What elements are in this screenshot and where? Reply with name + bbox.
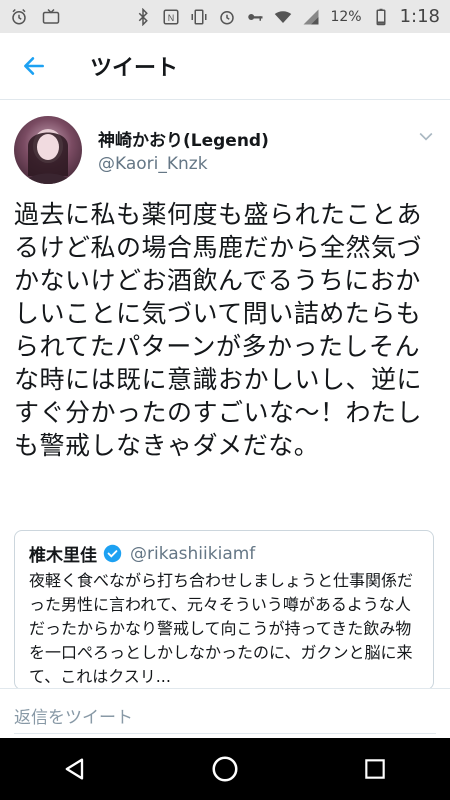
quoted-author-name: 椎木里佳 [29, 546, 97, 566]
tv-icon [42, 8, 60, 24]
nav-recents-icon [365, 759, 385, 779]
avatar-image [24, 129, 72, 184]
signal-icon [303, 9, 319, 24]
vibrate-icon [191, 9, 207, 24]
tweet-text: 過去に私も薬何度も盛られたことあるけど私の場合馬鹿だから全然気づかないけどお酒飲… [14, 200, 423, 460]
back-button[interactable] [14, 46, 54, 86]
chevron-down-icon[interactable] [416, 126, 436, 146]
page-title: ツイート [90, 56, 179, 81]
quoted-author-handle: @rikashiikiamf [130, 543, 256, 564]
back-arrow-icon [24, 57, 44, 75]
wifi-icon [275, 10, 292, 23]
key-icon [248, 13, 263, 21]
nfc-icon: N [163, 9, 179, 24]
reply-bar: 返信をツイート [0, 688, 450, 739]
nav-back-button[interactable] [51, 745, 99, 793]
navigation-bar [0, 738, 450, 800]
author-display-name[interactable]: 神崎かおり(Legend) [98, 126, 269, 151]
status-bar: N 12% 1:18 [0, 0, 450, 33]
quoted-tweet-header: 椎木里佳 @rikashiikiamf [29, 541, 256, 567]
svg-text:N: N [168, 12, 175, 22]
nav-recents-button[interactable] [351, 745, 399, 793]
nav-home-icon [212, 756, 238, 782]
alarm-icon [220, 10, 235, 24]
alarm-icon [12, 8, 26, 24]
nav-home-button[interactable] [201, 745, 249, 793]
battery-percent: 12% [330, 8, 362, 25]
verified-badge-icon [103, 544, 122, 563]
avatar[interactable] [14, 116, 82, 184]
tweet-header: 神崎かおり(Legend) @Kaori_Knzk [0, 112, 450, 192]
quoted-tweet-text: 夜軽く食べながら打ち合わせしましょうと仕事関係だった男性に言われて、元々そういう… [29, 571, 414, 686]
nav-back-icon [65, 758, 84, 780]
battery-icon [376, 8, 386, 25]
quoted-tweet[interactable]: 椎木里佳 @rikashiikiamf 夜軽く食べながら打ち合わせしましょうと仕… [14, 530, 434, 690]
app-bar: ツイート [0, 33, 450, 100]
reply-input[interactable]: 返信をツイート [14, 703, 133, 728]
bluetooth-icon [139, 7, 149, 26]
clock: 1:18 [399, 6, 440, 27]
author-handle[interactable]: @Kaori_Knzk [98, 154, 208, 174]
reply-underline [14, 733, 436, 734]
